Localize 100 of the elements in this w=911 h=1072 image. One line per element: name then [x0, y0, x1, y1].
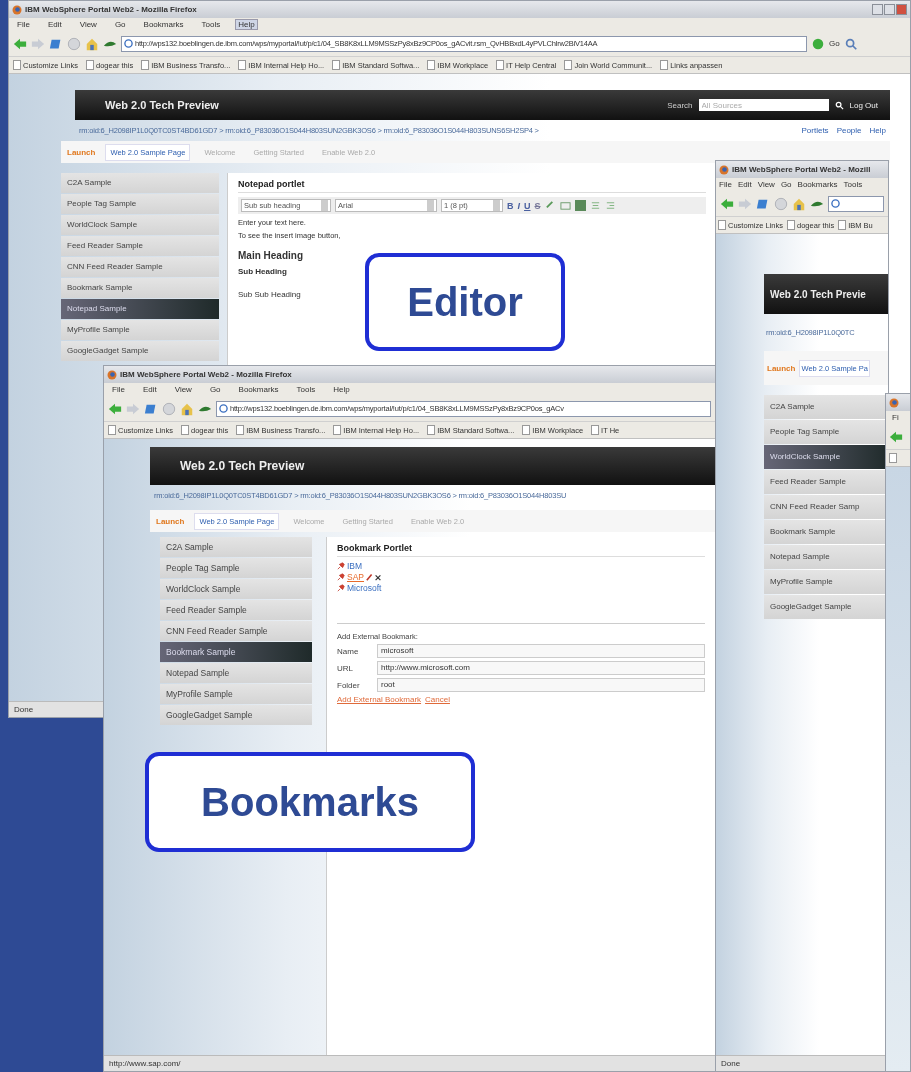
- window-title: IBM WebSphere Portal Web2 - Mozilla Firefox: [120, 370, 292, 379]
- sidebar-item[interactable]: Bookmark Sample: [61, 278, 219, 298]
- menu-item[interactable]: Bookmarks: [796, 179, 839, 190]
- sidebar-item[interactable]: Bookmark Sample: [764, 520, 888, 544]
- action-link[interactable]: Cancel: [425, 695, 450, 704]
- edit-delete-icon[interactable]: [366, 573, 382, 581]
- page-icon: [427, 425, 436, 435]
- bookmark-link[interactable]: Microsoft: [347, 583, 382, 593]
- menu-item[interactable]: Tools: [842, 179, 864, 190]
- menu-item[interactable]: Bookmarks: [140, 19, 187, 30]
- sidebar-item[interactable]: Bookmark Sample: [160, 642, 312, 662]
- menu-item[interactable]: Tools: [293, 384, 319, 395]
- menu-item[interactable]: Edit: [44, 19, 65, 30]
- back-arrow-icon[interactable]: [720, 196, 734, 211]
- menu-item[interactable]: File: [718, 179, 733, 190]
- menu-item[interactable]: View: [171, 384, 195, 395]
- sidebar-item[interactable]: C2A Sample: [764, 395, 888, 419]
- back-arrow-icon[interactable]: [889, 429, 903, 444]
- maximize-button[interactable]: [884, 4, 895, 15]
- minimize-button[interactable]: [872, 4, 883, 15]
- sidebar-item[interactable]: Notepad Sample: [764, 545, 888, 569]
- home-icon[interactable]: [180, 401, 194, 416]
- back-arrow-icon[interactable]: [13, 36, 27, 51]
- sidebar-item[interactable]: People Tag Sample: [764, 420, 888, 444]
- sidebar-item[interactable]: WorldClock Sample: [764, 445, 888, 469]
- sidebar-item[interactable]: CNN Feed Reader Sample: [61, 257, 219, 277]
- sidebar-item[interactable]: GoogleGadget Sample: [764, 595, 888, 619]
- sidebar-item[interactable]: Notepad Sample: [160, 663, 312, 683]
- menu-item[interactable]: Edit: [139, 384, 160, 395]
- link-icon[interactable]: [544, 200, 556, 211]
- format-button[interactable]: I: [517, 200, 520, 211]
- align-center-icon[interactable]: [589, 200, 601, 211]
- editor-heading: Main Heading: [238, 250, 304, 261]
- menu-item[interactable]: Edit: [736, 179, 753, 190]
- sidebar-item[interactable]: GoogleGadget Sample: [160, 705, 312, 725]
- action-link[interactable]: Add External Bookmark: [337, 695, 422, 704]
- sidebar-item[interactable]: Notepad Sample: [61, 299, 219, 319]
- status-text: http://www.sap.com/: [109, 1059, 181, 1068]
- sidebar-item[interactable]: WorldClock Sample: [160, 579, 312, 599]
- sidebar-item[interactable]: People Tag Sample: [61, 194, 219, 214]
- home-icon[interactable]: [85, 36, 99, 51]
- menu-item[interactable]: View: [756, 179, 776, 190]
- sidebar-item[interactable]: MyProfile Sample: [61, 320, 219, 340]
- sidebar-item[interactable]: MyProfile Sample: [764, 570, 888, 594]
- go-label[interactable]: Go: [829, 39, 840, 48]
- search-field[interactable]: All Sources: [698, 99, 829, 111]
- sidebar-item[interactable]: People Tag Sample: [160, 558, 312, 578]
- page-icon: [238, 60, 247, 70]
- menu-item[interactable]: Go: [206, 384, 224, 395]
- site-title: Web 2.0 Tech Previe: [770, 288, 866, 300]
- align-left-icon[interactable]: [574, 200, 586, 211]
- format-button[interactable]: S: [534, 200, 541, 211]
- menu-item[interactable]: Help: [235, 19, 258, 30]
- menu-item[interactable]: File: [109, 384, 128, 395]
- log-out-link[interactable]: Log Out: [849, 100, 878, 110]
- align-right-icon[interactable]: [604, 200, 616, 211]
- sidebar-item[interactable]: CNN Feed Reader Sample: [160, 621, 312, 641]
- header-link[interactable]: Help: [869, 126, 886, 135]
- page-icon: [787, 220, 796, 230]
- menu-item[interactable]: Bookmarks: [235, 384, 282, 395]
- search-icon[interactable]: [834, 100, 844, 110]
- window-title: IBM WebSphere Portal Web2 - Mozill: [732, 165, 871, 174]
- format-button[interactable]: B: [507, 200, 514, 211]
- sidebar-item[interactable]: MyProfile Sample: [160, 684, 312, 704]
- sidebar-item[interactable]: Feed Reader Sample: [764, 470, 888, 494]
- bookmark-link[interactable]: IBM: [347, 561, 363, 571]
- input-field[interactable]: microsoft: [377, 644, 705, 658]
- portlet-title: Bookmark Portlet: [337, 543, 705, 557]
- header-link[interactable]: People: [836, 126, 862, 135]
- page-icon: [108, 425, 116, 435]
- sidebar-item[interactable]: Feed Reader Sample: [61, 236, 219, 256]
- page-icon: [564, 60, 573, 70]
- sidebar-item[interactable]: C2A Sample: [61, 173, 219, 193]
- image-icon[interactable]: [559, 200, 571, 211]
- input-field[interactable]: http://www.microsoft.com: [377, 661, 705, 675]
- header-link[interactable]: Portlets: [801, 126, 829, 135]
- portlet-title: Notepad portlet: [238, 179, 706, 193]
- sidebar-item[interactable]: WorldClock Sample: [61, 215, 219, 235]
- sidebar-item[interactable]: C2A Sample: [160, 537, 312, 557]
- field-label: Folder: [337, 680, 361, 690]
- format-button[interactable]: U: [524, 200, 531, 211]
- menu-item[interactable]: Help: [330, 384, 353, 395]
- menu-item[interactable]: File: [14, 19, 33, 30]
- menu-item[interactable]: Fi: [889, 412, 902, 423]
- input-field[interactable]: root: [377, 678, 705, 692]
- menu-item[interactable]: Go: [779, 179, 793, 190]
- sidebar-item[interactable]: CNN Feed Reader Samp: [764, 495, 888, 519]
- menu-item[interactable]: Go: [111, 19, 129, 30]
- menu-item[interactable]: View: [76, 19, 100, 30]
- menu-item[interactable]: Tools: [198, 19, 224, 30]
- sidebar-item[interactable]: GoogleGadget Sample: [61, 341, 219, 361]
- page-icon: [236, 425, 245, 435]
- globe-icon: [831, 199, 840, 208]
- site-title: Web 2.0 Tech Preview: [180, 459, 305, 473]
- back-arrow-icon[interactable]: [108, 401, 122, 416]
- callout-label: Bookmarks: [145, 752, 475, 852]
- sidebar-item[interactable]: Feed Reader Sample: [160, 600, 312, 620]
- address-field[interactable]: [828, 195, 884, 212]
- close-button[interactable]: [896, 4, 907, 15]
- home-icon[interactable]: [792, 196, 806, 211]
